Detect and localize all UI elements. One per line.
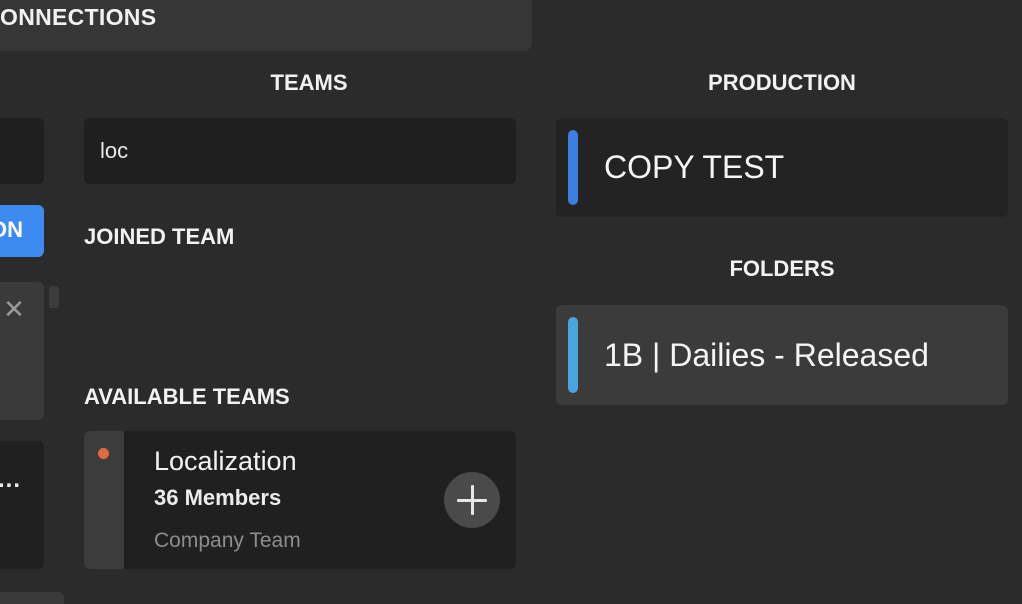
left-card[interactable] [0,592,64,604]
team-type: Company Team [154,529,301,552]
folders-title: FOLDERS [729,256,835,281]
production-title: PRODUCTION [708,70,856,95]
left-primary-button[interactable]: ON [0,205,44,257]
team-name: Localization [154,446,297,476]
connections-label: ONNECTIONS [0,4,157,30]
joined-team-title: JOINED TEAM [84,224,235,249]
scrollbar-handle[interactable] [49,286,59,308]
teams-title: TEAMS [270,70,348,95]
production-accent-bar [568,130,578,205]
available-teams-title: AVAILABLE TEAMS [84,384,290,409]
team-card-stripe [84,431,124,569]
production-name: COPY TEST [604,149,785,185]
left-card[interactable] [0,441,44,569]
folder-name: 1B | Dailies - Released [604,337,929,373]
team-card[interactable]: Localization 36 Members Company Team [84,431,516,569]
production-card[interactable]: COPY TEST [556,118,1008,217]
left-search-input[interactable] [0,118,44,184]
team-status-dot [98,448,109,459]
team-members: 36 Members [154,485,282,510]
left-primary-button-label: ON [0,217,23,242]
folder-accent-bar [568,317,578,393]
left-ellipsis: ... [0,466,22,493]
team-search-value: loc [100,138,129,163]
team-search-input[interactable]: loc [84,118,516,184]
app-root: ONNECTIONS ON ✕ ... TEAMS loc JOINED TEA… [0,0,1022,604]
close-icon[interactable]: ✕ [2,296,26,322]
plus-icon[interactable] [444,472,500,528]
folder-item[interactable]: 1B | Dailies - Released [556,305,1008,405]
